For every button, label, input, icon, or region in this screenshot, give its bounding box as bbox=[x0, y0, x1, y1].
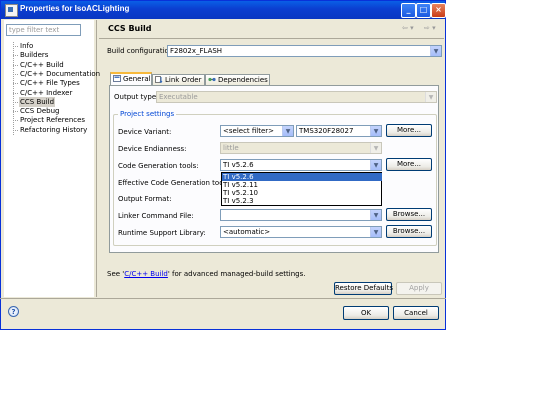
device-filter-select[interactable]: <select filter> ▼ bbox=[220, 125, 294, 137]
code-gen-tools-dropdown[interactable]: TI v5.2.6 TI v5.2.11 TI v5.2.10 TI v5.2.… bbox=[221, 172, 382, 206]
tree-connector bbox=[13, 64, 18, 66]
chevron-down-icon[interactable]: ▼ bbox=[370, 210, 381, 220]
back-arrow-icon[interactable]: ⇦ ▾ bbox=[402, 24, 414, 32]
chevron-down-icon[interactable]: ▼ bbox=[282, 126, 293, 136]
code-gen-tools-label: Code Generation tools: bbox=[118, 162, 199, 170]
dropdown-option[interactable]: TI v5.2.6 bbox=[222, 173, 382, 181]
project-settings-label: Project settings bbox=[118, 110, 177, 118]
advanced-settings-note: See 'C/C++ Build' for advanced managed-b… bbox=[107, 270, 306, 278]
sidebar-item[interactable]: Refactoring History bbox=[20, 125, 87, 135]
chevron-down-icon[interactable]: ▼ bbox=[370, 143, 381, 153]
tree-connector bbox=[13, 46, 18, 47]
build-config-select[interactable]: F2802x_FLASH ▼ bbox=[167, 45, 442, 57]
app-icon bbox=[5, 4, 18, 17]
code-gen-tools-select[interactable]: TI v5.2.6 ▼ bbox=[220, 159, 382, 171]
forward-arrow-icon[interactable]: ⇨ ▾ bbox=[424, 24, 436, 32]
tree-connector bbox=[13, 73, 18, 75]
chevron-down-icon[interactable]: ▼ bbox=[425, 92, 436, 102]
general-tab-icon bbox=[113, 75, 121, 82]
dropdown-option[interactable]: TI v5.2.3 bbox=[222, 197, 382, 205]
device-endianness-label: Device Endianness: bbox=[118, 145, 187, 153]
minimize-button[interactable]: _ bbox=[401, 3, 416, 18]
close-button[interactable]: × bbox=[431, 3, 446, 18]
cancel-button[interactable]: Cancel bbox=[393, 306, 439, 320]
effective-cgt-label: Effective Code Generation tools: bbox=[118, 179, 232, 187]
tree-connector bbox=[13, 55, 18, 57]
maximize-button[interactable]: □ bbox=[416, 3, 431, 18]
tree-connector bbox=[13, 111, 18, 113]
cpp-build-link[interactable]: C/C++ Build bbox=[124, 270, 168, 278]
runtime-browse-button[interactable]: Browse... bbox=[386, 225, 432, 238]
chevron-down-icon[interactable]: ▼ bbox=[370, 160, 381, 170]
footer-divider bbox=[0, 298, 446, 299]
apply-button[interactable]: Apply bbox=[396, 282, 442, 295]
header-divider bbox=[99, 38, 444, 39]
chevron-down-icon[interactable]: ▼ bbox=[430, 46, 441, 56]
output-type-label: Output type: bbox=[114, 93, 159, 101]
dropdown-option[interactable]: TI v5.2.11 bbox=[222, 181, 382, 189]
device-variant-label: Device Variant: bbox=[118, 128, 172, 136]
tree-connector bbox=[13, 101, 18, 103]
build-config-label: Build configuration: bbox=[107, 47, 176, 55]
help-icon[interactable]: ? bbox=[8, 306, 19, 317]
chevron-down-icon[interactable]: ▼ bbox=[370, 126, 381, 136]
device-variant-select[interactable]: TMS320F28027 ▼ bbox=[296, 125, 382, 137]
output-format-label: Output Format: bbox=[118, 195, 172, 203]
linker-cmd-label: Linker Command File: bbox=[118, 212, 194, 220]
runtime-lib-label: Runtime Support Library: bbox=[118, 229, 206, 237]
tree-connector bbox=[13, 83, 18, 85]
title-bar[interactable]: Properties for IsoACLighting _ □ × bbox=[1, 1, 446, 19]
dropdown-option[interactable]: TI v5.2.10 bbox=[222, 189, 382, 197]
restore-defaults-button[interactable]: Restore Defaults bbox=[334, 282, 393, 295]
code-gen-more-button[interactable]: More... bbox=[386, 158, 432, 171]
device-more-button[interactable]: More... bbox=[386, 124, 432, 137]
device-endianness-select[interactable]: little ▼ bbox=[220, 142, 382, 154]
window-title: Properties for IsoACLighting bbox=[20, 4, 130, 13]
runtime-lib-select[interactable]: <automatic> ▼ bbox=[220, 226, 382, 238]
tree-connector bbox=[13, 92, 18, 94]
tree-connector bbox=[13, 129, 18, 131]
tree-connector bbox=[13, 120, 18, 122]
linker-cmd-select[interactable]: ▼ bbox=[220, 209, 382, 221]
output-type-select[interactable]: Executable ▼ bbox=[156, 91, 437, 103]
link-order-icon bbox=[155, 76, 163, 83]
chevron-down-icon[interactable]: ▼ bbox=[370, 227, 381, 237]
ok-button[interactable]: OK bbox=[343, 306, 389, 320]
sidebar-splitter[interactable] bbox=[96, 20, 97, 297]
linker-browse-button[interactable]: Browse... bbox=[386, 208, 432, 221]
dependencies-icon bbox=[208, 77, 216, 82]
tab-general[interactable]: General bbox=[110, 72, 152, 86]
page-title: CCS Build bbox=[108, 24, 152, 33]
filter-input[interactable]: type filter text bbox=[6, 24, 81, 36]
